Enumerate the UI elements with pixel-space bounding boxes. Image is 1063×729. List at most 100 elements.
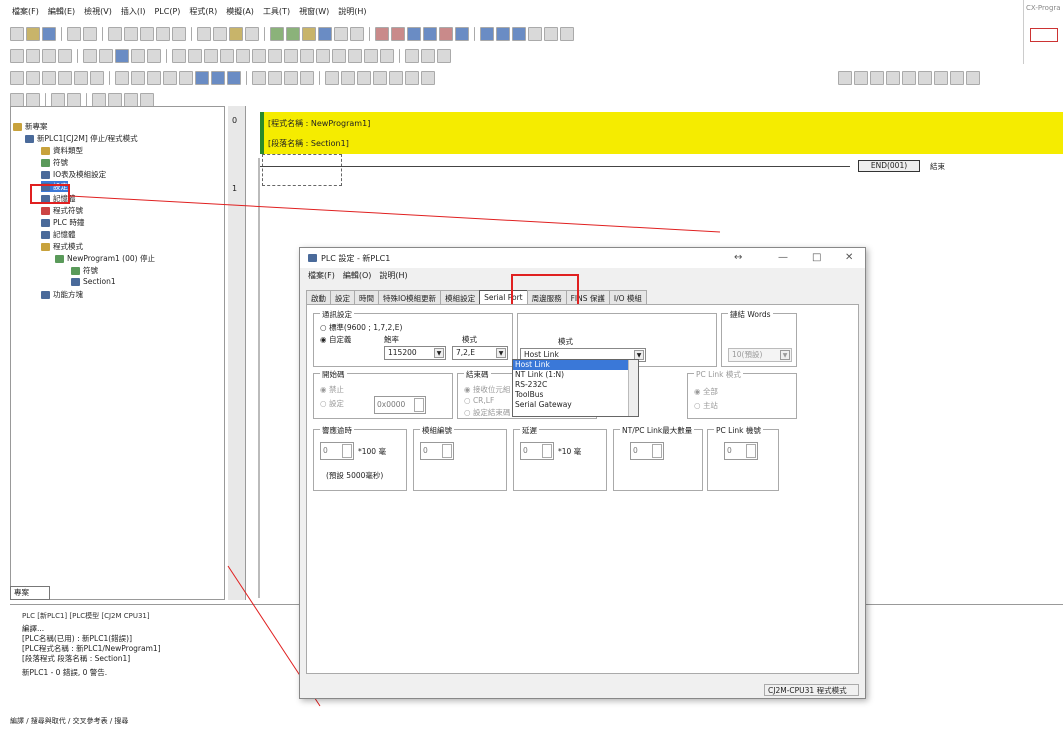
spinner-arrows-icon[interactable] <box>746 444 756 458</box>
radio-custom[interactable]: ◉ 自定義 <box>320 334 351 345</box>
start-code-group: 開始碼 ◉ 禁止 ○ 設定 0x0000 <box>313 369 453 419</box>
comm-settings-group: 通訊設定 ○ 標準(9600 ; 1,7,2,E) ◉ 自定義 鮑率 模式 11… <box>313 309 513 367</box>
plc-settings-dialog: PLC 設定 - 新PLC1 ↔ — □ ✕ 檔案(F) 編輯(O) 說明(H)… <box>299 247 866 699</box>
node-spinner[interactable]: 0 <box>420 442 454 460</box>
close-icon[interactable]: ✕ <box>845 252 853 263</box>
delay-caption: 延遲 <box>520 425 539 436</box>
radio-start-set-label: 設定 <box>328 399 344 408</box>
mode-value: Host Link <box>524 350 559 359</box>
tab-special-io[interactable]: 特殊IO模組更新 <box>378 290 442 304</box>
annotation-line-upper <box>69 195 721 233</box>
nt-max-spinner[interactable]: 0 <box>630 442 664 460</box>
radio-standard[interactable]: ○ 標準(9600 ; 1,7,2,E) <box>320 322 402 333</box>
baud-label: 鮑率 <box>384 335 399 344</box>
start-code-caption: 開始碼 <box>320 369 347 380</box>
mode-option-serial-gateway[interactable]: Serial Gateway <box>513 400 638 410</box>
timeout-unit: *100 毫 <box>358 447 386 456</box>
radio-standard-label: 標準(9600 ; 1,7,2,E) <box>328 323 403 332</box>
dialog-menu-edit[interactable]: 編輯(O) <box>343 270 372 281</box>
dialog-title: PLC 設定 - 新PLC1 <box>321 253 391 263</box>
format-select[interactable]: 7,2,E ▼ <box>452 346 508 360</box>
timeout-note: (預設 5000毫秒) <box>326 471 384 480</box>
delay-value: 0 <box>523 446 528 455</box>
mode-dropdown-list[interactable]: Host Link NT Link (1:N) RS-232C ToolBus … <box>512 359 639 417</box>
tab-io-module[interactable]: I/O 模組 <box>608 290 647 304</box>
dialog-menubar: 檔案(F) 編輯(O) 說明(H) <box>308 270 408 281</box>
timeout-value: 0 <box>323 446 328 455</box>
link-words-value: 10(預設) <box>732 350 763 359</box>
delay-group: 延遲 0 *10 毫 <box>513 425 607 491</box>
mode-option-rs232c[interactable]: RS-232C <box>513 380 638 390</box>
chevron-down-icon: ▼ <box>780 350 790 360</box>
radio-pc-link-master[interactable]: ○ 主站 <box>694 400 718 411</box>
delay-spinner[interactable]: 0 <box>520 442 554 460</box>
spinner-arrows-icon[interactable] <box>442 444 452 458</box>
radio-end-bytes[interactable]: ◉ 接收位元組 <box>464 384 510 395</box>
mode-option-host-link[interactable]: Host Link <box>513 360 638 370</box>
radio-end-set-label: 設定結束碼 <box>472 408 511 417</box>
radio-start-disable-label: 禁止 <box>328 385 344 394</box>
timeout-spinner[interactable]: 0 <box>320 442 354 460</box>
spinner-arrows-icon[interactable] <box>342 444 352 458</box>
pc-link-mode-group: PC Link 模式 ◉ 全部 ○ 主站 <box>687 369 797 419</box>
mode-option-nt-link[interactable]: NT Link (1:N) <box>513 370 638 380</box>
dialog-menu-file[interactable]: 檔案(F) <box>308 270 335 281</box>
node-group: 模組編號 0 <box>413 425 507 491</box>
dropdown-scrollbar[interactable] <box>628 360 638 416</box>
spinner-arrows-icon[interactable] <box>542 444 552 458</box>
dialog-menu-help[interactable]: 說明(H) <box>379 270 407 281</box>
nt-max-group: NT/PC Link最大數量 0 <box>613 425 703 491</box>
mode-option-toolbus[interactable]: ToolBus <box>513 390 638 400</box>
dialog-app-icon <box>308 254 317 262</box>
baud-value: 115200 <box>388 348 417 357</box>
dialog-statusbar: CJ2M-CPU31 程式模式 <box>306 684 859 696</box>
radio-pc-link-all[interactable]: ◉ 全部 <box>694 386 718 397</box>
node-caption: 模組編號 <box>420 425 454 436</box>
cpu-status: CJ2M-CPU31 程式模式 <box>764 684 859 696</box>
nt-max-value: 0 <box>633 446 638 455</box>
chevron-down-icon: ▼ <box>496 348 506 358</box>
tab-settings[interactable]: 設定 <box>330 290 355 304</box>
resize-icon[interactable]: ↔ <box>734 252 742 263</box>
link-words-caption: 鏈結 Words <box>728 309 773 320</box>
pc-unit-caption: PC Link 機號 <box>714 425 763 436</box>
mode-label: 模式 <box>558 337 573 346</box>
radio-end-set[interactable]: ○ 設定結束碼 <box>464 407 510 418</box>
timeout-group: 響應逾時 0 *100 毫 (預設 5000毫秒) <box>313 425 407 491</box>
radio-start-set[interactable]: ○ 設定 <box>320 398 344 409</box>
pc-unit-group: PC Link 機號 0 <box>707 425 779 491</box>
spinner-arrows-icon[interactable] <box>414 398 424 412</box>
start-code-value: 0x0000 <box>377 400 406 409</box>
node-value: 0 <box>423 446 428 455</box>
radio-custom-label: 自定義 <box>328 335 352 344</box>
spinner-arrows-icon[interactable] <box>652 444 662 458</box>
timeout-caption: 響應逾時 <box>320 425 354 436</box>
delay-unit: *10 毫 <box>558 447 582 456</box>
format-value: 7,2,E <box>456 348 476 357</box>
start-code-spinner[interactable]: 0x0000 <box>374 396 426 414</box>
radio-start-disable[interactable]: ◉ 禁止 <box>320 384 344 395</box>
radio-end-crlf[interactable]: ○ CR,LF <box>464 396 494 405</box>
dialog-titlebar: PLC 設定 - 新PLC1 ↔ — □ ✕ <box>300 248 865 268</box>
link-words-group: 鏈結 Words 10(預設) ▼ <box>721 309 797 367</box>
tab-startup[interactable]: 啟動 <box>306 290 331 304</box>
pc-unit-spinner[interactable]: 0 <box>724 442 758 460</box>
baud-select[interactable]: 115200 ▼ <box>384 346 446 360</box>
comm-settings-caption: 通訊設定 <box>320 309 354 320</box>
radio-end-crlf-label: CR,LF <box>472 396 495 405</box>
format-label: 模式 <box>462 335 477 344</box>
radio-end-bytes-label: 接收位元組 <box>472 385 511 394</box>
nt-max-caption: NT/PC Link最大數量 <box>620 425 695 436</box>
end-code-caption: 結束碼 <box>464 369 491 380</box>
radio-pc-link-all-label: 全部 <box>702 387 718 396</box>
link-words-select[interactable]: 10(預設) ▼ <box>728 348 792 362</box>
pc-unit-value: 0 <box>727 446 732 455</box>
tab-module[interactable]: 模組設定 <box>440 290 481 304</box>
dialog-tabs: 啟動 設定 時間 特殊IO模組更新 模組設定 Serial Port 周邊服務 … <box>306 290 647 304</box>
radio-pc-link-master-label: 主站 <box>702 401 718 410</box>
serial-port-panel: 通訊設定 ○ 標準(9600 ; 1,7,2,E) ◉ 自定義 鮑率 模式 11… <box>306 304 859 674</box>
maximize-icon[interactable]: □ <box>812 252 821 263</box>
chevron-down-icon: ▼ <box>434 348 444 358</box>
minimize-icon[interactable]: — <box>778 252 788 263</box>
tab-timings[interactable]: 時間 <box>354 290 379 304</box>
